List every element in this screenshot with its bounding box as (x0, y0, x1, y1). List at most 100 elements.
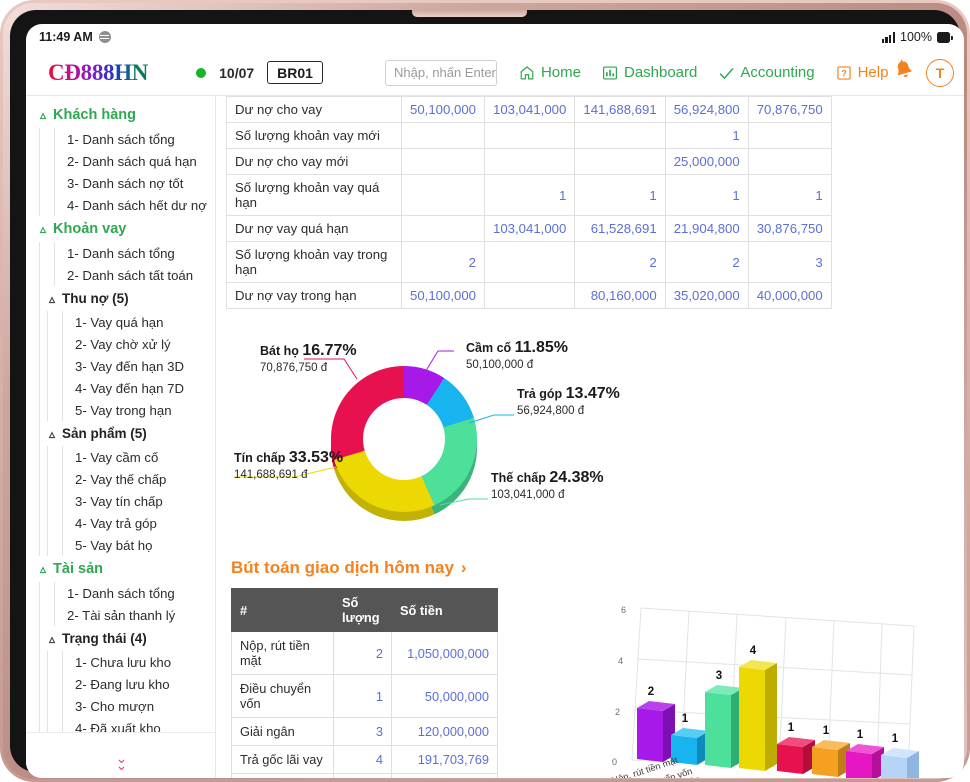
sidebar-item-tt-3[interactable]: 3- Cho mượn (62, 695, 215, 717)
sidebar-section-label: Khoản vay (53, 221, 126, 237)
sidebar-item-tt-2[interactable]: 2- Đang lưu kho (62, 673, 215, 695)
chart-icon (602, 65, 618, 81)
bar-value-label: 1 (857, 729, 864, 741)
row-value: 141,688,691 (575, 97, 665, 123)
donut-label-value: 50,100,000 đ (466, 359, 568, 371)
nav-item-home[interactable]: Home (519, 64, 581, 81)
chevron-up-icon: ▵ (40, 223, 46, 235)
row-value: 25,000,000 (665, 149, 748, 175)
sidebar-item-kh-4[interactable]: 4- Danh sách hết dư nợ (54, 194, 215, 216)
sidebar-item-sp-2[interactable]: 2- Vay thế chấp (62, 468, 215, 490)
sidebar-section-khoan-vay[interactable]: ▵ Khoản vay (32, 216, 215, 242)
sidebar-section-tai-san[interactable]: ▵ Tài sản (32, 556, 215, 582)
sidebar-item-kv-1[interactable]: 1- Danh sách tổng (54, 242, 215, 264)
sidebar-group-khach-hang: 1- Danh sách tổng 2- Danh sách quá hạn 3… (39, 128, 215, 216)
sidebar-subsection-label: Sản phẩm (5) (62, 426, 147, 441)
donut-label-value: 70,876,750 đ (260, 362, 357, 374)
table-row: Điều chuyển vốn 1 50,000,000 (232, 675, 498, 718)
sidebar-item-kh-1[interactable]: 1- Danh sách tổng (54, 128, 215, 150)
avatar[interactable]: T (926, 59, 954, 87)
txn-amount: 1,050,000,000 (392, 632, 498, 675)
sidebar-item-tn-4[interactable]: 4- Vay đến hạn 7D (62, 377, 215, 399)
bar-xoa-no: 1 (777, 722, 815, 774)
y-tick-6: 6 (621, 605, 626, 615)
table-row: Dư nợ cho vay 50,100,000 103,041,000 141… (227, 97, 832, 123)
device-notch (412, 10, 527, 17)
bar-value-label: 1 (823, 725, 830, 737)
row-value: 56,924,800 (665, 97, 748, 123)
sidebar-item-ts-1[interactable]: 1- Danh sách tổng (54, 582, 215, 604)
txn-name: Điều chuyển vốn (232, 675, 334, 718)
nav-item-dashboard[interactable]: Dashboard (602, 64, 697, 81)
nav-item-help[interactable]: ? Help (836, 64, 889, 81)
search-input[interactable]: Nhập, nhấn Enter (385, 60, 497, 86)
sidebar-item-ts-2[interactable]: 2- Tài sản thanh lý (54, 604, 215, 626)
sidebar-item-tn-2[interactable]: 2- Vay chờ xử lý (62, 333, 215, 355)
sidebar-item-tn-5[interactable]: 5- Vay trong hạn (62, 399, 215, 421)
sidebar-subsection-trang-thai[interactable]: ▵ Trạng thái (4) (39, 626, 215, 651)
txn-qty: 1 (334, 774, 392, 779)
txn-name: Xóa nợ (232, 774, 334, 779)
sidebar-item-kh-2[interactable]: 2- Danh sách quá hạn (54, 150, 215, 172)
nav-label-help: Help (858, 64, 889, 81)
col-header-qty: Số lượng (334, 589, 392, 632)
sidebar-group-trang-thai: 1- Chưa lưu kho 2- Đang lưu kho 3- Cho m… (47, 651, 215, 739)
row-value: 30,876,750 (748, 216, 831, 242)
nav-item-accounting[interactable]: Accounting (718, 64, 814, 81)
double-chevron-down-icon[interactable]: ⌄⌄ (26, 755, 215, 769)
battery-percent: 100% (900, 30, 932, 44)
app-logo[interactable]: CĐ888HN (48, 60, 148, 86)
donut-label-percent: 24.38% (549, 469, 603, 486)
txn-qty: 4 (334, 746, 392, 774)
donut-label-percent: 16.77% (302, 342, 356, 359)
table-row: Số lượng khoản vay mới 1 (227, 123, 832, 149)
donut-label-name: Tín chấp (234, 451, 285, 465)
sidebar-subsection-thu-no[interactable]: ▵ Thu nợ (5) (39, 286, 215, 311)
sidebar: ▵ Khách hàng 1- Danh sách tổng 2- Danh s… (26, 96, 216, 778)
y-tick-0: 0 (612, 757, 617, 767)
row-value: 50,100,000 (402, 97, 485, 123)
sidebar-item-kh-3[interactable]: 3- Danh sách nợ tốt (54, 172, 215, 194)
sidebar-item-tt-1[interactable]: 1- Chưa lưu kho (62, 651, 215, 673)
body-row: ▵ Khách hàng 1- Danh sách tổng 2- Danh s… (26, 96, 964, 778)
row-value: 1 (575, 175, 665, 216)
table-row: Trả gốc lãi vay 4 191,703,769 (232, 746, 498, 774)
transactions-section-title[interactable]: Bút toán giao dịch hôm nay › (231, 558, 964, 578)
row-value (748, 123, 831, 149)
sidebar-item-kv-2[interactable]: 2- Danh sách tất toán (54, 264, 215, 286)
row-label: Số lượng khoản vay trong hạn (227, 242, 402, 283)
sidebar-item-sp-3[interactable]: 3- Vay tín chấp (62, 490, 215, 512)
donut-label-value: 103,041,000 đ (491, 489, 604, 501)
sidebar-section-khach-hang[interactable]: ▵ Khách hàng (32, 102, 215, 128)
row-value: 2 (665, 242, 748, 283)
txn-amount: 120,000,000 (392, 718, 498, 746)
branch-selector[interactable]: BR01 (267, 61, 323, 84)
table-row: Dư nợ cho vay mới 25,000,000 (227, 149, 832, 175)
sidebar-item-tn-1[interactable]: 1- Vay quá hạn (62, 311, 215, 333)
sidebar-subsection-san-pham[interactable]: ▵ Sản phẩm (5) (39, 421, 215, 446)
row-value: 3 (748, 242, 831, 283)
device-bezel-outer: 11:49 AM 100% CĐ888HN 10/07 BR01 Nhập, n… (3, 3, 967, 779)
bar-value-label: 1 (892, 733, 899, 745)
sidebar-item-tn-3[interactable]: 3- Vay đến hạn 3D (62, 355, 215, 377)
sidebar-item-sp-1[interactable]: 1- Vay cầm cố (62, 446, 215, 468)
chevron-up-icon: ▵ (40, 563, 46, 575)
device-frame: 11:49 AM 100% CĐ888HN 10/07 BR01 Nhập, n… (0, 0, 970, 782)
txn-amount: 50,000,000 (392, 675, 498, 718)
table-row: Nộp, rút tiền mặt 2 1,050,000,000 (232, 632, 498, 675)
app-header: CĐ888HN 10/07 BR01 Nhập, nhấn Enter Home (26, 50, 964, 96)
sidebar-item-sp-4[interactable]: 4- Vay trả góp (62, 512, 215, 534)
date-label: 10/07 (219, 65, 254, 81)
transactions-table: # Số lượng Số tiền Nộp, rút tiền mặt 2 1… (231, 588, 498, 778)
spotify-icon (99, 31, 111, 43)
bell-icon[interactable] (892, 58, 916, 87)
row-value: 21,904,800 (665, 216, 748, 242)
txn-name: Trả gốc lãi vay (232, 746, 334, 774)
sidebar-item-sp-5[interactable]: 5- Vay bát họ (62, 534, 215, 556)
summary-table: Dư nợ cho vay 50,100,000 103,041,000 141… (226, 96, 832, 309)
donut-label-value: 141,688,691 đ (234, 469, 343, 481)
chevron-right-icon: › (461, 558, 467, 578)
donut-label-bat-ho: Bát họ 16.77% 70,876,750 đ (260, 342, 357, 374)
chevron-up-icon: ▵ (49, 428, 55, 440)
table-header-row: # Số lượng Số tiền (232, 589, 498, 632)
